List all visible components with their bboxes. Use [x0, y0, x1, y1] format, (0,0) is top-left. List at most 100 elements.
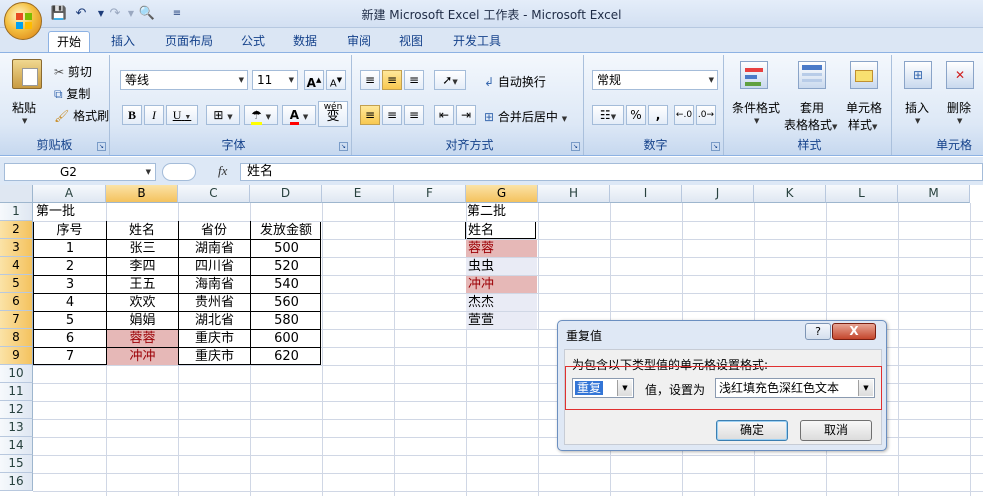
table-cell[interactable]: 6	[34, 330, 106, 347]
tab-formulas[interactable]: 公式	[233, 31, 273, 52]
cancel-button[interactable]: 取消	[800, 420, 872, 441]
paste-icon[interactable]	[12, 59, 42, 89]
paste-dropdown-icon[interactable]: ▼	[22, 117, 27, 125]
conditional-format-button[interactable]: 条件格式	[732, 99, 780, 116]
number-format-select[interactable]: 常规 ▼	[592, 70, 718, 90]
tab-data[interactable]: 数据	[285, 31, 325, 52]
bold-button[interactable]: B	[122, 105, 142, 125]
phonetic-button[interactable]: wén 变	[318, 101, 348, 127]
insert-cells-icon[interactable]: ⊞	[904, 61, 932, 89]
cell-g2-selected[interactable]: 姓名	[465, 221, 536, 239]
select-all-corner[interactable]	[0, 185, 33, 203]
percent-button[interactable]: %	[626, 105, 646, 125]
merge-center-button[interactable]: ⊞ 合并后居中 ▼	[484, 108, 567, 125]
tab-insert[interactable]: 插入	[103, 31, 143, 52]
column-header[interactable]: F	[394, 185, 466, 203]
table-cell[interactable]: 王五	[107, 276, 178, 293]
tab-home[interactable]: 开始	[48, 31, 91, 52]
table-cell[interactable]: 杰杰	[466, 294, 537, 311]
row-header[interactable]: 5	[0, 275, 33, 293]
table-cell[interactable]: 540	[251, 276, 322, 293]
column-header[interactable]: E	[322, 185, 394, 203]
table-cell[interactable]: 560	[251, 294, 322, 311]
align-top-icon[interactable]: ≡	[360, 70, 380, 90]
italic-button[interactable]: I	[144, 105, 164, 125]
shrink-font-button[interactable]: A▼	[326, 70, 346, 90]
format-select[interactable]: 浅红填充色深红色文本 ▼	[715, 378, 875, 398]
table-cell[interactable]: 500	[251, 240, 322, 257]
row-header[interactable]: 6	[0, 293, 33, 311]
grow-font-button[interactable]: A▲	[304, 70, 324, 90]
cell-g1[interactable]: 第二批	[467, 203, 506, 221]
table-header-cell[interactable]: 姓名	[106, 222, 178, 240]
align-right-icon[interactable]: ≡	[404, 105, 424, 125]
alignment-launcher-icon[interactable]: ↘	[571, 142, 580, 151]
table-cell[interactable]: 海南省	[179, 276, 250, 293]
column-header[interactable]: J	[682, 185, 754, 203]
table-format-label-1[interactable]: 套用	[800, 99, 824, 116]
column-header[interactable]: G	[466, 185, 538, 203]
row-header[interactable]: 14	[0, 437, 33, 455]
table-format-icon[interactable]	[798, 61, 826, 89]
row-header[interactable]: 11	[0, 383, 33, 401]
wrap-text-button[interactable]: ↲ 自动换行	[484, 73, 546, 90]
copy-button[interactable]: ⧉ 复制	[54, 85, 90, 102]
name-box[interactable]: G2 ▼	[4, 163, 156, 181]
comma-button[interactable]: ,	[648, 105, 668, 125]
conditional-format-dropdown-icon[interactable]: ▼	[754, 117, 759, 125]
row-header[interactable]: 13	[0, 419, 33, 437]
close-button[interactable]: X	[832, 323, 876, 340]
duplicate-cell[interactable]: 冲冲	[107, 348, 178, 365]
insert-dropdown-icon[interactable]: ▼	[915, 117, 920, 125]
duplicate-cell[interactable]: 冲冲	[466, 276, 537, 293]
duplicate-cell[interactable]: 蓉蓉	[466, 240, 537, 257]
border-button[interactable]: ⊞ ▼	[206, 105, 240, 125]
delete-dropdown-icon[interactable]: ▼	[957, 117, 962, 125]
increase-decimal-icon[interactable]: ←.0	[674, 105, 694, 125]
row-header[interactable]: 2	[0, 221, 33, 239]
decrease-decimal-icon[interactable]: .0→	[696, 105, 716, 125]
align-center-icon[interactable]: ≡	[382, 105, 402, 125]
type-select[interactable]: 重复 ▼	[572, 378, 634, 398]
table-cell[interactable]: 四川省	[179, 258, 250, 275]
cell-style-icon[interactable]	[850, 61, 878, 89]
table-cell[interactable]: 2	[34, 258, 106, 275]
table-cell[interactable]: 600	[251, 330, 322, 347]
duplicate-cell[interactable]: 蓉蓉	[107, 330, 178, 347]
format-painter-button[interactable]: 🖌 格式刷	[54, 107, 109, 124]
table-cell[interactable]: 580	[251, 312, 322, 329]
table-cell[interactable]: 重庆市	[179, 330, 250, 347]
row-header[interactable]: 3	[0, 239, 33, 257]
row-header[interactable]: 4	[0, 257, 33, 275]
row-header[interactable]: 9	[0, 347, 33, 365]
increase-indent-icon[interactable]: ⇥	[456, 105, 476, 125]
office-button[interactable]	[4, 2, 42, 40]
row-header[interactable]: 7	[0, 311, 33, 329]
orientation-icon[interactable]: ➚▼	[434, 70, 466, 90]
tab-developer[interactable]: 开发工具	[445, 31, 509, 52]
align-bottom-icon[interactable]: ≡	[404, 70, 424, 90]
table-cell[interactable]: 虫虫	[466, 258, 537, 275]
table-cell[interactable]: 张三	[107, 240, 178, 257]
font-name-select[interactable]: 等线 ▼	[120, 70, 248, 90]
row-header[interactable]: 1	[0, 203, 33, 221]
table-cell[interactable]: 欢欢	[107, 294, 178, 311]
table-header-cell[interactable]: 序号	[33, 222, 106, 240]
table-header-cell[interactable]: 省份	[178, 222, 250, 240]
table-cell[interactable]: 湖南省	[179, 240, 250, 257]
type-dropdown-icon[interactable]: ▼	[617, 380, 632, 396]
help-button[interactable]: ?	[805, 323, 831, 340]
delete-cells-button[interactable]: 删除	[947, 99, 971, 116]
underline-button[interactable]: U ▼	[166, 105, 198, 125]
cut-button[interactable]: ✂ 剪切	[54, 63, 92, 80]
row-header[interactable]: 8	[0, 329, 33, 347]
column-header[interactable]: D	[250, 185, 322, 203]
spreadsheet-grid[interactable]: 第一批 第二批 姓名 A B C D E F G H I J K L M 1 2 3 4 5 6 7 8 9 10 11 12 1…	[0, 185, 983, 496]
conditional-format-icon[interactable]	[740, 61, 768, 89]
clipboard-launcher-icon[interactable]: ↘	[97, 142, 106, 151]
column-header[interactable]: B	[106, 185, 178, 203]
table-cell[interactable]: 湖北省	[179, 312, 250, 329]
row-header[interactable]: 12	[0, 401, 33, 419]
align-middle-icon[interactable]: ≡	[382, 70, 402, 90]
table-cell[interactable]: 萱萱	[466, 312, 537, 329]
